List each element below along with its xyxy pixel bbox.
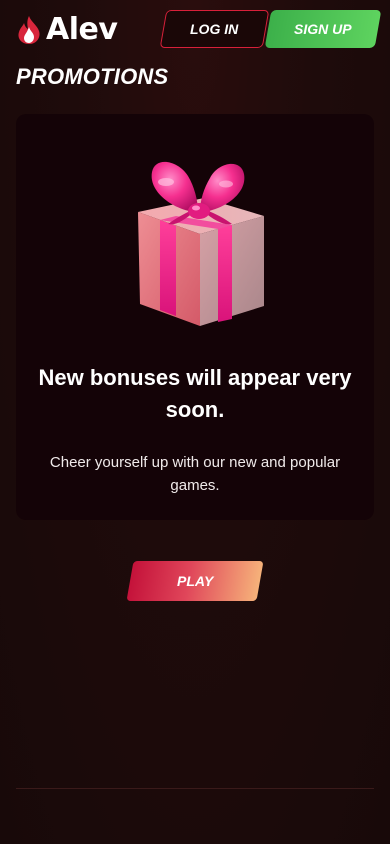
flame-icon [18, 16, 40, 44]
promo-heading: New bonuses will appear very soon. [38, 365, 352, 422]
login-button-label: LOG IN [190, 21, 239, 37]
top-bar: Alev LOG IN SIGN UP [0, 0, 390, 60]
signup-button-label: SIGN UP [294, 21, 352, 37]
play-button-label: PLAY [176, 573, 214, 589]
brand-name: Alev [46, 12, 118, 47]
brand-logo[interactable]: Alev [15, 10, 118, 50]
page-title: PROMOTIONS [16, 64, 169, 89]
promo-card: New bonuses will appear very soon. Cheer… [16, 114, 374, 520]
signup-button[interactable]: SIGN UP [264, 10, 382, 48]
login-button[interactable]: LOG IN [159, 10, 270, 48]
gift-box-icon [138, 161, 264, 326]
promo-subtext: Cheer yourself up with our new and popul… [49, 454, 341, 494]
footer-divider [16, 788, 374, 789]
play-button[interactable]: PLAY [126, 561, 264, 601]
